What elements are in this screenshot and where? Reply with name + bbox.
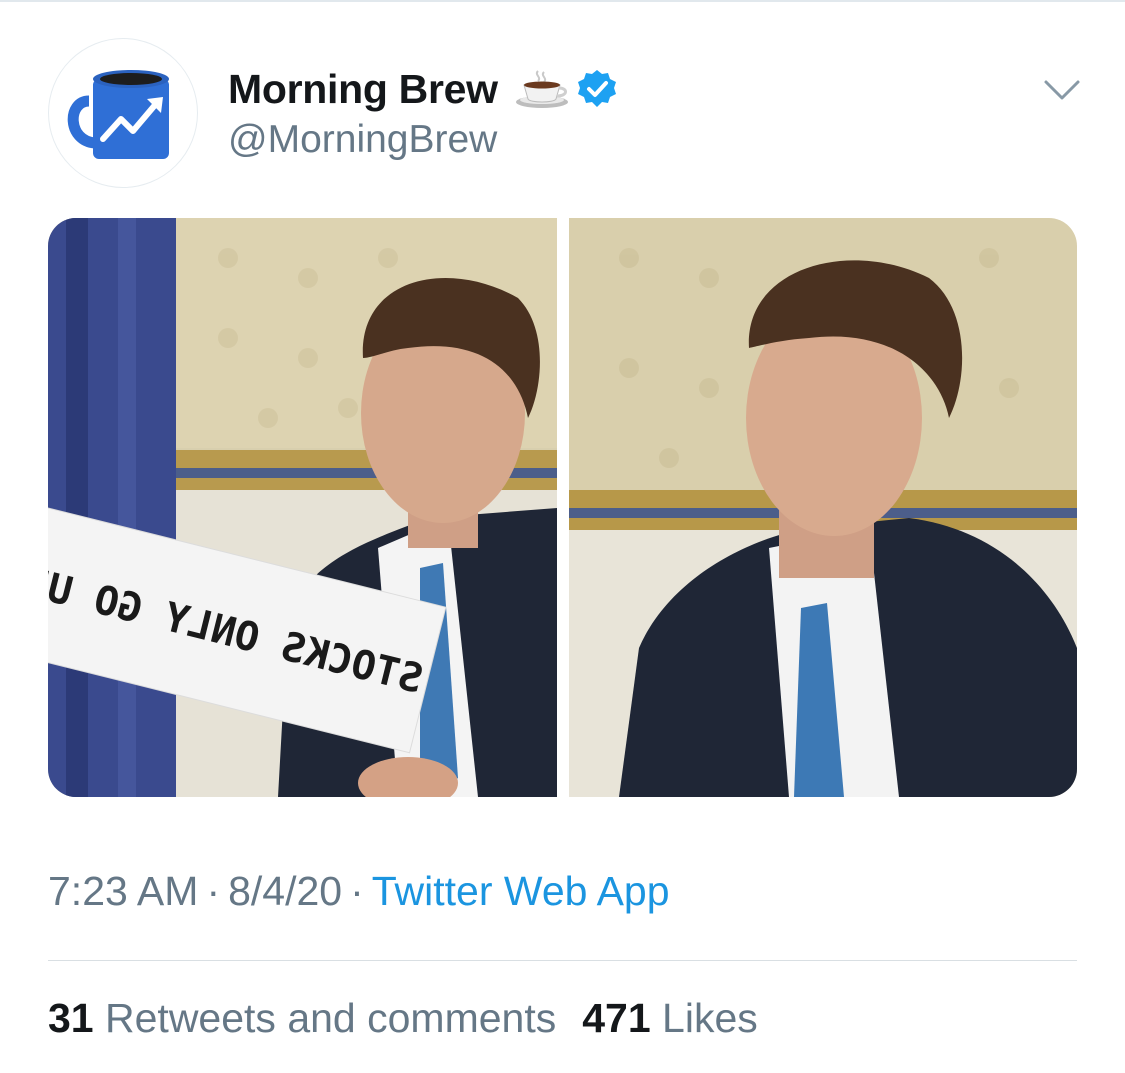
top-border bbox=[0, 0, 1125, 2]
photo-right[interactable] bbox=[569, 218, 1077, 797]
author-name-row: Morning Brew bbox=[228, 62, 618, 116]
display-name[interactable]: Morning Brew bbox=[228, 66, 498, 113]
tweet-source-link[interactable]: Twitter Web App bbox=[372, 868, 670, 914]
likes-stat[interactable]: 471 Likes bbox=[582, 995, 758, 1041]
chevron-down-icon[interactable] bbox=[1040, 72, 1084, 108]
retweets-count: 31 bbox=[48, 995, 94, 1041]
avatar[interactable] bbox=[48, 38, 198, 188]
media-gap bbox=[557, 218, 569, 797]
author-handle[interactable]: @MorningBrew bbox=[228, 118, 497, 162]
tweet-meta: 7:23 AM · 8/4/20 · Twitter Web App bbox=[48, 868, 670, 915]
retweets-label: Retweets and comments bbox=[105, 995, 557, 1041]
photo-left-image: STOCKS ONLY GO UP bbox=[48, 218, 557, 797]
tweet-stats: 31 Retweets and comments 471 Likes bbox=[48, 995, 758, 1042]
tweet-date[interactable]: 8/4/20 bbox=[228, 868, 342, 914]
coffee-cup-icon bbox=[515, 70, 568, 108]
likes-label: Likes bbox=[662, 995, 758, 1041]
meta-separator-2: · bbox=[350, 868, 364, 914]
verified-badge-icon bbox=[577, 70, 616, 107]
blue-mug-chart-icon bbox=[67, 70, 169, 159]
meta-separator: · bbox=[206, 868, 221, 914]
retweets-stat[interactable]: 31 Retweets and comments bbox=[48, 995, 556, 1041]
photo-right-image bbox=[569, 218, 1077, 797]
divider bbox=[48, 960, 1077, 961]
tweet-media[interactable]: STOCKS ONLY GO UP bbox=[48, 218, 1077, 797]
tweet-time[interactable]: 7:23 AM bbox=[48, 868, 198, 914]
likes-count: 471 bbox=[582, 995, 651, 1041]
photo-left[interactable]: STOCKS ONLY GO UP bbox=[48, 218, 557, 797]
